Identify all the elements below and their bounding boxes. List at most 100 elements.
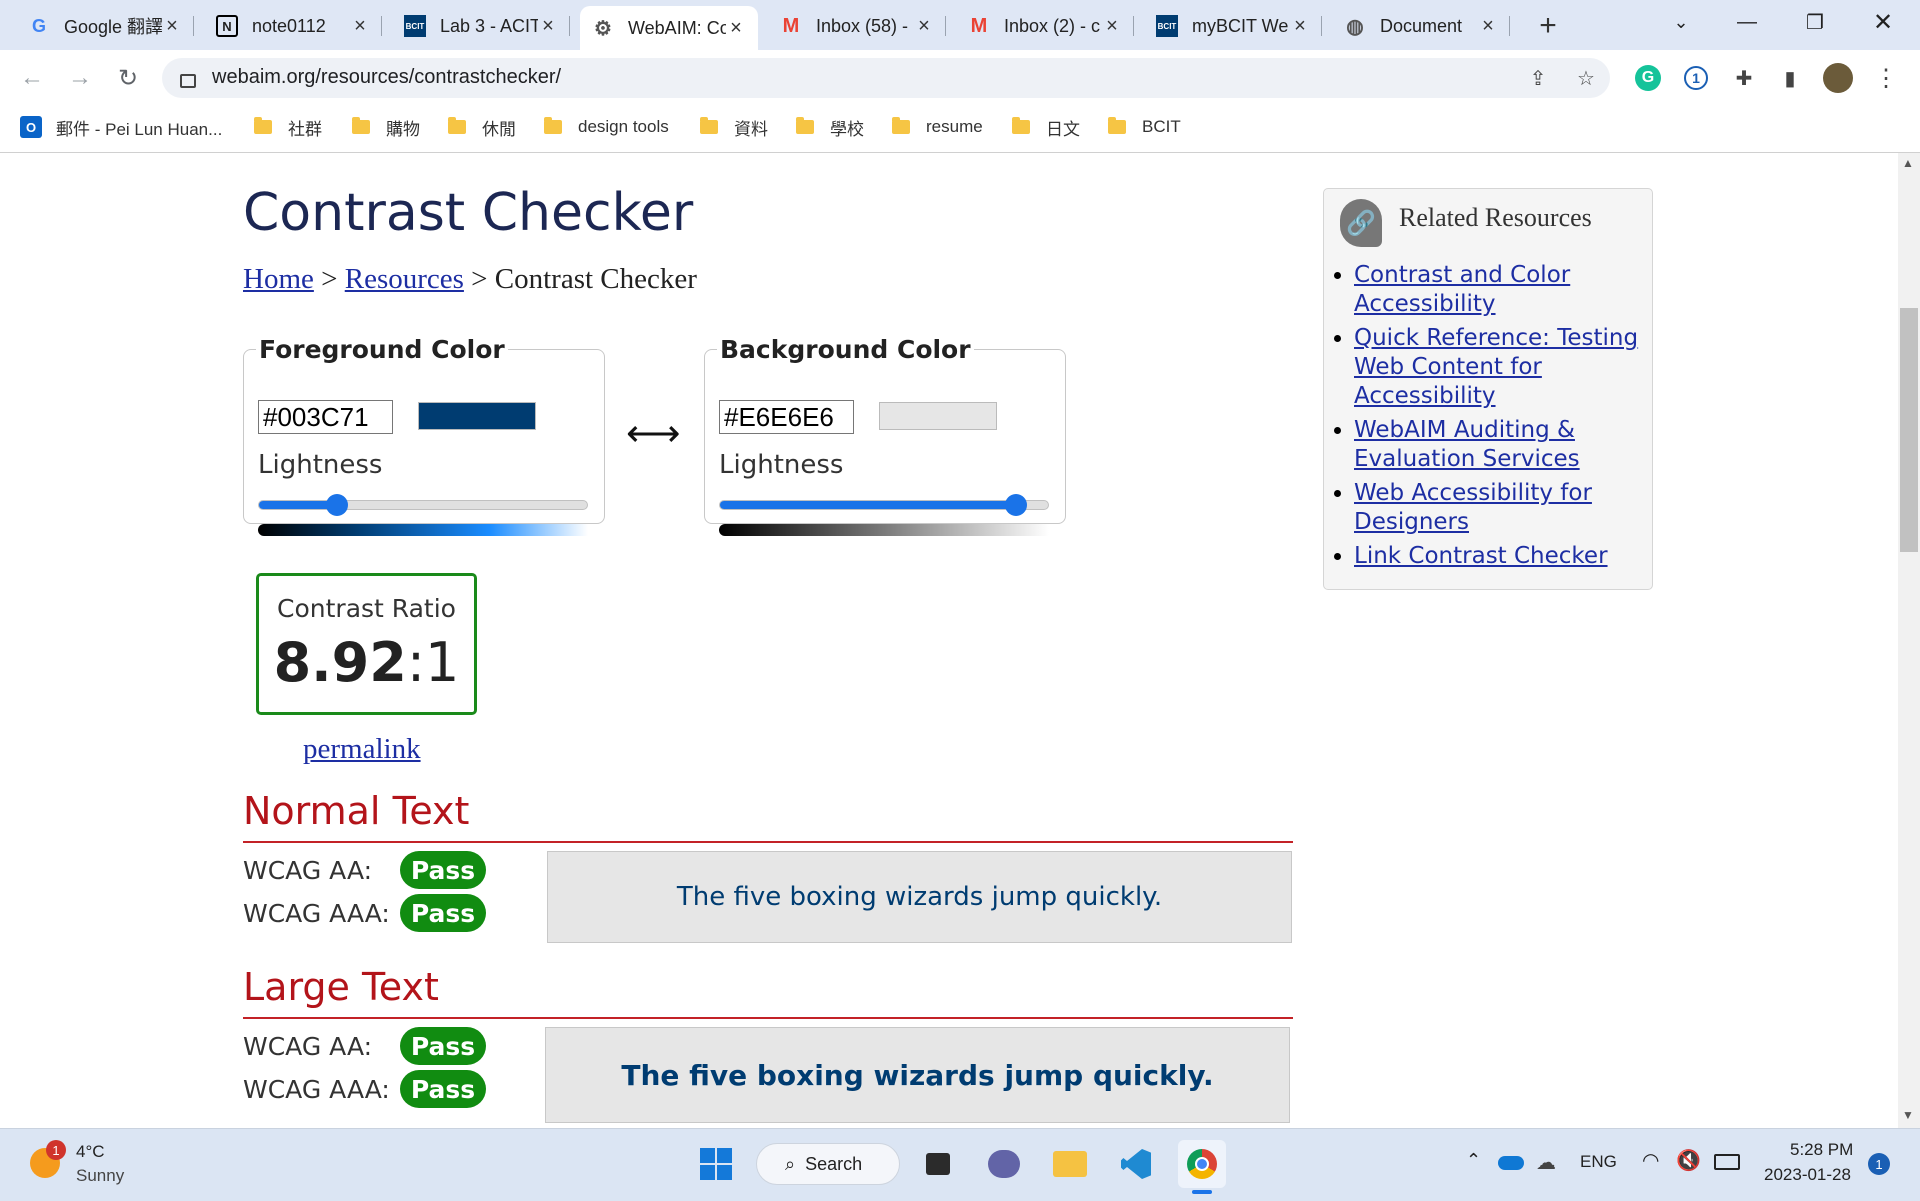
breadcrumb-resources-link[interactable]: Resources xyxy=(345,263,464,295)
tab-search-icon[interactable]: ⌄ xyxy=(1648,0,1714,44)
related-resource-link[interactable]: Link Contrast Checker xyxy=(1354,543,1608,569)
bookmark-star-icon[interactable]: ☆ xyxy=(1570,62,1602,94)
related-resource-link[interactable]: Web Accessibility for Designers xyxy=(1354,480,1592,535)
background-color-picker[interactable] xyxy=(879,402,997,430)
teams-chat-icon[interactable] xyxy=(980,1140,1028,1188)
weather-temp: 4°C xyxy=(76,1142,105,1161)
back-icon[interactable]: ← xyxy=(14,60,50,96)
extensions-icon[interactable]: ✚ xyxy=(1728,62,1760,94)
onedrive-icon[interactable] xyxy=(1498,1156,1524,1170)
language-indicator[interactable]: ENG xyxy=(1580,1152,1617,1172)
tab-4[interactable]: ⚙ WebAIM: Co × xyxy=(580,6,758,50)
outlook-icon: O xyxy=(20,116,42,138)
bookmark-8[interactable]: resume xyxy=(892,112,983,142)
tab-3[interactable]: BCIT Lab 3 - ACIT × xyxy=(392,6,570,46)
notification-badge[interactable]: 1 xyxy=(1868,1153,1890,1175)
new-tab-button[interactable]: + xyxy=(1528,8,1568,44)
bookmark-4[interactable]: 休閒 xyxy=(448,112,516,142)
foreground-lightness-track[interactable] xyxy=(258,500,588,510)
scrollbar-thumb[interactable] xyxy=(1900,308,1918,552)
file-explorer-icon[interactable] xyxy=(1046,1140,1094,1188)
bookmark-1[interactable]: O 郵件 - Pei Lun Huan... xyxy=(20,112,222,142)
tab-5[interactable]: M Inbox (58) - × xyxy=(768,6,946,46)
chrome-taskbar-icon[interactable] xyxy=(1178,1140,1226,1188)
bookmark-5[interactable]: design tools xyxy=(544,112,669,142)
background-hex-input[interactable] xyxy=(719,400,854,434)
related-resource-link[interactable]: WebAIM Auditing & Evaluation Services xyxy=(1354,417,1580,472)
taskbar-search[interactable]: ⌕ Search xyxy=(756,1143,900,1185)
clock-date[interactable]: 2023-01-28 xyxy=(1764,1165,1851,1185)
tab-close-icon[interactable]: × xyxy=(350,15,370,38)
background-lightness-slider[interactable] xyxy=(1005,494,1027,516)
background-gradient xyxy=(719,524,1049,536)
large-text-sample: The five boxing wizards jump quickly. xyxy=(545,1027,1290,1123)
bookmark-9[interactable]: 日文 xyxy=(1012,112,1080,142)
menu-icon[interactable]: ⋮ xyxy=(1870,62,1902,94)
tab-close-icon[interactable]: × xyxy=(1290,15,1310,38)
bookmark-2[interactable]: 社群 xyxy=(254,112,322,142)
related-resource-link[interactable]: Contrast and Color Accessibility xyxy=(1354,262,1570,317)
tab-close-icon[interactable]: × xyxy=(726,17,746,40)
background-lightness-label: Lightness xyxy=(719,450,844,480)
scroll-up-arrow[interactable]: ▲ xyxy=(1902,156,1914,170)
normal-text-rule xyxy=(243,841,1293,843)
reload-icon[interactable]: ↻ xyxy=(110,60,146,96)
tab-7[interactable]: BCIT myBCIT We × xyxy=(1144,6,1322,46)
swap-colors-button[interactable]: ⟷ xyxy=(626,411,680,456)
breadcrumb-home-link[interactable]: Home xyxy=(243,263,314,295)
foreground-color-picker[interactable] xyxy=(418,402,536,430)
window-close-icon[interactable]: ✕ xyxy=(1850,0,1916,44)
tab-6[interactable]: M Inbox (2) - c × xyxy=(956,6,1134,46)
start-windows-icon[interactable] xyxy=(692,1140,740,1188)
contrast-ratio-box: Contrast Ratio 8.92:1 xyxy=(256,573,477,715)
bookmark-3[interactable]: 購物 xyxy=(352,112,420,142)
side-panel-icon[interactable]: ▮ xyxy=(1774,62,1806,94)
tab-close-icon[interactable]: × xyxy=(1102,15,1122,38)
tab-close-icon[interactable]: × xyxy=(538,15,558,38)
lock-icon[interactable] xyxy=(180,74,196,88)
sync-error-icon[interactable]: ☁ xyxy=(1536,1150,1556,1175)
tab-8[interactable]: ◍ Document × xyxy=(1332,6,1510,46)
permalink-link[interactable]: permalink xyxy=(303,733,421,766)
task-view-icon[interactable] xyxy=(914,1140,962,1188)
related-resources-list: Contrast and Color Accessibility Quick Re… xyxy=(1324,261,1644,576)
page-scrollbar[interactable] xyxy=(1898,153,1920,1128)
avatar[interactable] xyxy=(1822,62,1854,94)
share-icon[interactable]: ⇪ xyxy=(1522,62,1554,94)
bookmark-6[interactable]: 資料 xyxy=(700,112,768,142)
clock-time[interactable]: 5:28 PM xyxy=(1790,1140,1853,1160)
tab-title: Document xyxy=(1380,15,1463,36)
globe-icon: ◍ xyxy=(1346,15,1364,38)
bookmark-10[interactable]: BCIT xyxy=(1108,112,1181,142)
wifi-icon[interactable]: ◠ xyxy=(1642,1148,1659,1173)
forward-icon[interactable]: → xyxy=(62,60,98,96)
foreground-lightness-slider[interactable] xyxy=(326,494,348,516)
password-manager-icon[interactable]: 1 xyxy=(1680,62,1712,94)
related-resource-item: WebAIM Auditing & Evaluation Services xyxy=(1354,416,1644,474)
minimize-icon[interactable]: — xyxy=(1714,0,1780,44)
url-text[interactable]: webaim.org/resources/contrastchecker/ xyxy=(212,66,561,89)
vscode-icon[interactable] xyxy=(1112,1140,1160,1188)
weather-widget[interactable]: 1 4°C Sunny xyxy=(28,1140,148,1190)
page-content: Contrast Checker Home > Resources > Cont… xyxy=(0,153,1898,1128)
battery-icon[interactable] xyxy=(1714,1154,1740,1170)
bookmark-label: resume xyxy=(926,117,983,136)
bookmark-7[interactable]: 學校 xyxy=(796,112,864,142)
breadcrumb-current: Contrast Checker xyxy=(494,263,697,295)
volume-muted-icon[interactable]: 🔇 xyxy=(1676,1148,1701,1173)
tab-close-icon[interactable]: × xyxy=(1478,15,1498,38)
tab-1[interactable]: G Google 翻譯 × xyxy=(16,6,194,46)
tab-2[interactable]: Nnote0112 × xyxy=(204,6,382,46)
tab-close-icon[interactable]: × xyxy=(162,15,182,38)
restore-icon[interactable]: ❐ xyxy=(1782,0,1848,44)
grammarly-icon[interactable]: G xyxy=(1632,62,1664,94)
show-hidden-icons-icon[interactable]: ⌃ xyxy=(1466,1150,1481,1171)
background-lightness-track[interactable] xyxy=(719,500,1049,510)
scroll-down-arrow[interactable]: ▼ xyxy=(1902,1108,1914,1122)
related-resource-link[interactable]: Quick Reference: Testing Web Content for… xyxy=(1354,325,1638,409)
normal-wcag-aaa-badge: Pass xyxy=(400,894,486,932)
large-wcag-aa-badge: Pass xyxy=(400,1027,486,1065)
foreground-hex-input[interactable] xyxy=(258,400,393,434)
bookmark-label: design tools xyxy=(578,117,669,136)
tab-close-icon[interactable]: × xyxy=(914,15,934,38)
